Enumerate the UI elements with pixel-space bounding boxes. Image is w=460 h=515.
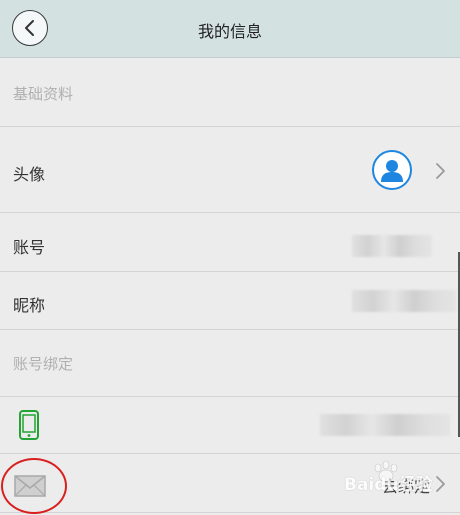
person-icon bbox=[381, 160, 403, 182]
watermark-text: Baidu经验 bbox=[344, 475, 433, 495]
account-value-blurred bbox=[352, 235, 432, 257]
nickname-value-blurred bbox=[352, 290, 456, 312]
section-basic-info: 基础资料 bbox=[0, 70, 460, 118]
nickname-label: 昵称 bbox=[13, 296, 46, 315]
account-label: 账号 bbox=[13, 238, 46, 257]
chevron-right-icon bbox=[436, 163, 445, 179]
header-bar: 我的信息 bbox=[0, 0, 460, 58]
highlight-circle bbox=[1, 458, 67, 514]
section-account-binding: 账号绑定 bbox=[0, 340, 460, 388]
page-title: 我的信息 bbox=[197, 22, 262, 41]
phone-value-blurred bbox=[320, 414, 450, 436]
avatar-label: 头像 bbox=[13, 165, 46, 184]
user-avatar-icon[interactable] bbox=[372, 150, 412, 190]
my-info-screen: 我的信息 基础资料 头像 账号 昵称 账号绑定 去绑定 Baidu经验 bbox=[0, 0, 460, 515]
mobile-phone-icon bbox=[19, 410, 39, 440]
